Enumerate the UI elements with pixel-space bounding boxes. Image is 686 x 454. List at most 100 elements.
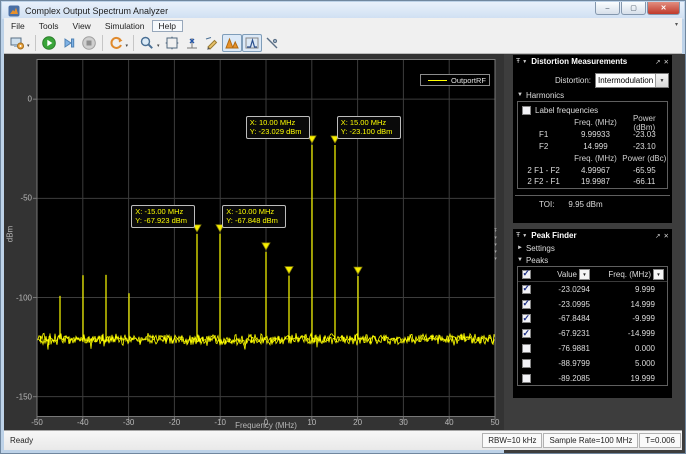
- distortion-panel-header[interactable]: Ŧ ▼ Distortion Measurements ↗ ✕: [513, 55, 672, 68]
- distortion-measurements-panel: Ŧ ▼ Distortion Measurements ↗ ✕ Distorti…: [513, 55, 672, 223]
- collapse-arrow-icon[interactable]: ▼: [522, 233, 527, 239]
- settings-collapsed-icon: ►: [517, 245, 523, 251]
- scope-config-icon: [9, 35, 25, 51]
- peak-row: -89.208519.999: [518, 371, 667, 386]
- run-button[interactable]: [39, 34, 59, 52]
- select-all-peaks-checkbox[interactable]: [522, 270, 531, 279]
- peak-checkbox[interactable]: [522, 329, 531, 338]
- collapse-arrow-icon[interactable]: ▼: [522, 59, 527, 65]
- x-tick-label: 40: [445, 418, 454, 427]
- menu-view[interactable]: View: [66, 20, 98, 32]
- distortion-panel-title: Distortion Measurements: [531, 57, 652, 66]
- undock-icon[interactable]: ↗: [655, 58, 660, 66]
- magnifier-icon: [139, 35, 155, 51]
- stop-button[interactable]: [79, 34, 99, 52]
- peaks-section-header[interactable]: ▼ Peaks: [513, 254, 672, 266]
- step-forward-icon: [61, 35, 77, 51]
- pin-icon[interactable]: Ŧ: [516, 58, 520, 65]
- freq-filter-button[interactable]: ▼: [653, 269, 664, 280]
- data-tip[interactable]: X: -10.00 MHzY: -67.848 dBm: [222, 205, 286, 228]
- spectral-mask-toggle[interactable]: [262, 34, 282, 52]
- distortion-measurements-icon: [224, 35, 240, 51]
- f1-row: F1 9.99933 -23.03: [518, 129, 667, 141]
- x-tick-label: -10: [214, 418, 226, 427]
- imd-low-power: -65.95: [622, 166, 667, 175]
- f2-freq: 14.999: [569, 142, 621, 151]
- playback-dropdown-icon[interactable]: ▾: [126, 43, 129, 49]
- signal-statistics-toggle[interactable]: [202, 34, 222, 52]
- rbw-status: RBW=10 kHz: [482, 433, 542, 448]
- data-tip[interactable]: X: -15.00 MHzY: -67.923 dBm: [131, 205, 195, 228]
- minimize-button[interactable]: –: [595, 2, 620, 15]
- fit-to-view-icon: [164, 35, 180, 51]
- y-axis-label: dBm: [6, 226, 15, 242]
- peak-row: -23.02949.999: [518, 282, 667, 297]
- pin-icon[interactable]: Ŧ: [516, 232, 520, 239]
- legend[interactable]: OutportRF: [420, 74, 490, 86]
- pencil-measure-icon: [204, 35, 220, 51]
- peak-finder-panel-header[interactable]: Ŧ ▼ Peak Finder ↗ ✕: [513, 229, 672, 242]
- peak-finder-toggle[interactable]: [242, 34, 262, 52]
- peak-checkbox[interactable]: [522, 285, 531, 294]
- panel-close-icon[interactable]: ✕: [664, 232, 669, 240]
- value-filter-button[interactable]: ▼: [579, 269, 590, 280]
- config-dropdown-icon[interactable]: ▾: [27, 43, 30, 49]
- data-tip[interactable]: X: 10.00 MHzY: -23.029 dBm: [246, 116, 310, 139]
- splitter-arrow-icon: ▾: [494, 235, 497, 242]
- peak-checkbox[interactable]: [522, 359, 531, 368]
- y-tick-label: 0: [1, 95, 32, 104]
- peak-value: -89.2085: [534, 374, 590, 383]
- imd-header-row: Freq. (MHz) Power (dBc): [518, 152, 667, 164]
- data-tip-y: Y: -23.029 dBm: [250, 127, 306, 137]
- label-frequencies-checkbox[interactable]: [522, 106, 531, 115]
- title-bar[interactable]: Complex Output Spectrum Analyzer – ▢ ✕: [2, 2, 684, 19]
- maximize-button[interactable]: ▢: [621, 2, 646, 15]
- peak-checkbox[interactable]: [522, 344, 531, 353]
- peak-value: -23.0995: [534, 300, 590, 309]
- dock-splitter-handle[interactable]: Ŧ ▾ ▾ ▾ ▾: [491, 228, 500, 266]
- status-message: Ready: [4, 436, 482, 445]
- combo-dropdown-icon[interactable]: ▼: [655, 74, 668, 87]
- undock-icon[interactable]: ↗: [655, 232, 660, 240]
- splitter-arrow-icon: ▾: [494, 242, 497, 249]
- spectrum-plot[interactable]: [1, 54, 504, 432]
- zoom-dropdown-icon[interactable]: ▾: [157, 43, 160, 49]
- data-tip[interactable]: X: 15.00 MHzY: -23.100 dBm: [337, 116, 401, 139]
- menu-tools[interactable]: Tools: [32, 20, 66, 32]
- peak-row: -88.97995.000: [518, 356, 667, 371]
- peak-checkbox[interactable]: [522, 314, 531, 323]
- step-forward-button[interactable]: [59, 34, 79, 52]
- settings-section-header[interactable]: ► Settings: [513, 242, 672, 254]
- menu-help[interactable]: Help: [152, 20, 183, 32]
- peak-value: -88.9799: [534, 359, 590, 368]
- peak-checkbox[interactable]: [522, 300, 531, 309]
- data-tip-y: Y: -67.923 dBm: [135, 216, 191, 226]
- panel-close-icon[interactable]: ✕: [664, 58, 669, 66]
- toi-row: TOI: 9.95 dBm: [515, 195, 670, 212]
- peak-freq: 5.000: [590, 359, 667, 368]
- peak-finder-panel: Ŧ ▼ Peak Finder ↗ ✕ ► Settings ▼ Peaks V…: [513, 229, 672, 398]
- peak-checkbox[interactable]: [522, 374, 531, 383]
- distortion-measurements-toggle[interactable]: [222, 34, 242, 52]
- cursor-measurements-toggle[interactable]: [182, 34, 202, 52]
- zoom-button[interactable]: [137, 34, 157, 52]
- menu-file[interactable]: File: [4, 20, 32, 32]
- menu-simulation[interactable]: Simulation: [98, 20, 152, 32]
- harmonics-section-header[interactable]: ▼ Harmonics: [513, 89, 672, 101]
- peak-row: -76.98810.000: [518, 341, 667, 356]
- configuration-properties-button[interactable]: [7, 34, 27, 52]
- x-tick-label: 30: [399, 418, 408, 427]
- sample-rate-status: Sample Rate=100 MHz: [543, 433, 638, 448]
- legend-line-sample: [428, 80, 447, 81]
- peak-freq: 9.999: [590, 285, 667, 294]
- close-button[interactable]: ✕: [647, 2, 680, 15]
- splitter-pin-icon: Ŧ: [494, 228, 497, 235]
- peak-row: -67.8484-9.999: [518, 312, 667, 327]
- fit-to-view-button[interactable]: [162, 34, 182, 52]
- distortion-type-select[interactable]: Intermodulation ▼: [595, 73, 669, 88]
- data-tip-x: X: 15.00 MHz: [341, 118, 397, 128]
- playback-options-button[interactable]: [106, 34, 126, 52]
- f2-power: -23.10: [622, 142, 667, 151]
- menu-overflow-icon[interactable]: ▾: [675, 21, 678, 28]
- status-bar: Ready RBW=10 kHz Sample Rate=100 MHz T=0…: [4, 430, 682, 450]
